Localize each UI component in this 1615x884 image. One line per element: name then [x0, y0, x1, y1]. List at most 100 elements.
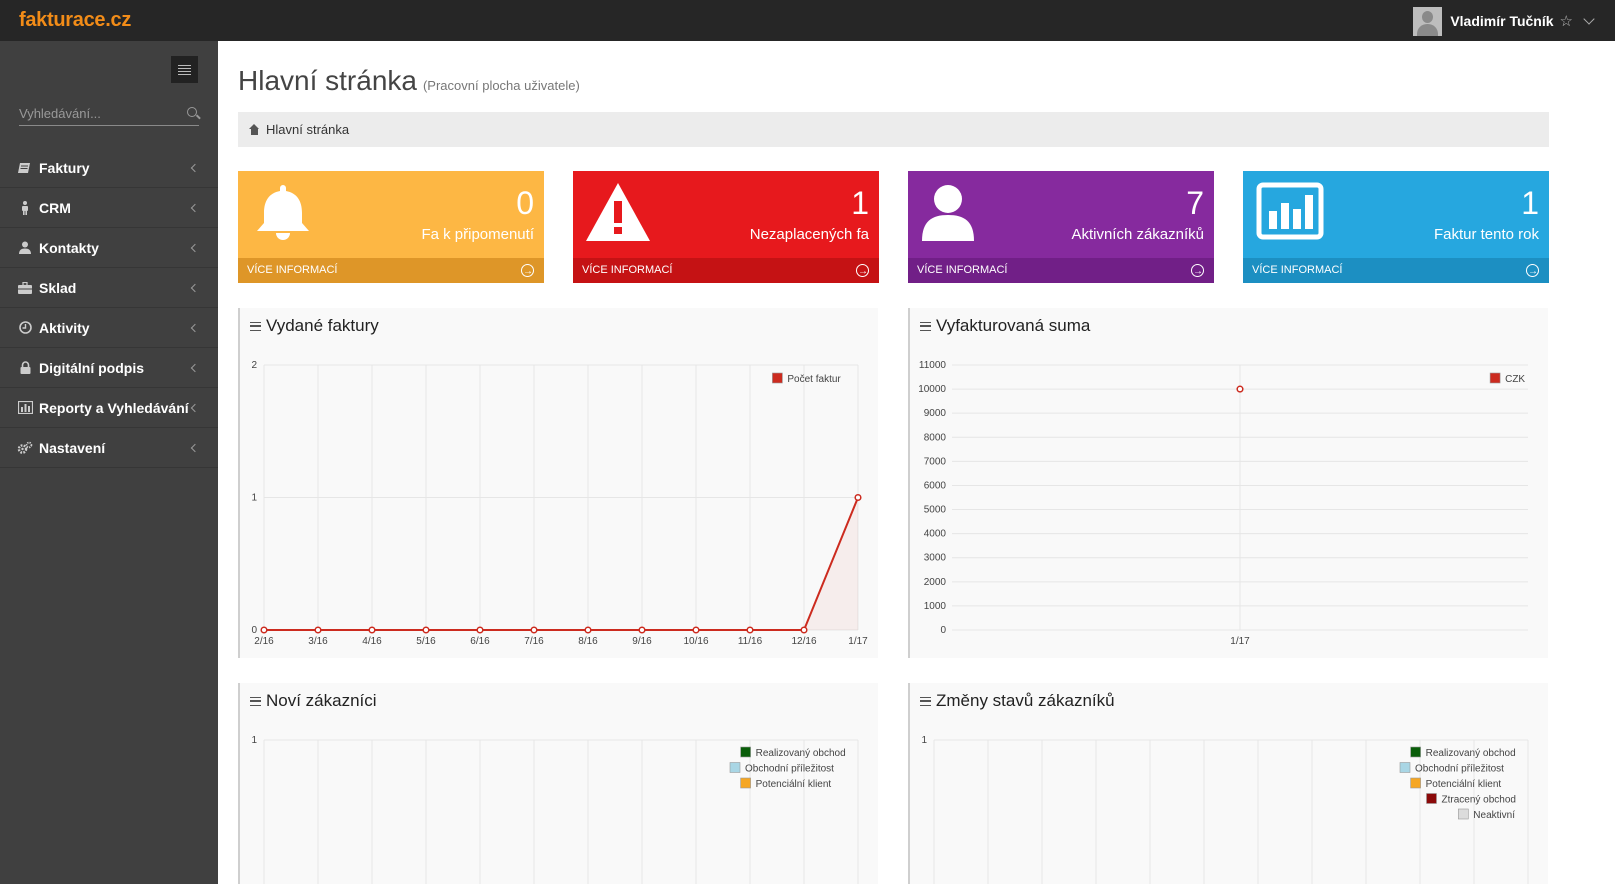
- y-tick-label: 11000: [919, 360, 947, 371]
- x-tick-label: 2/16: [254, 636, 274, 647]
- box-label: Faktur tento rok: [1433, 226, 1539, 243]
- panel-title: Vydané faktury: [266, 316, 379, 335]
- sidebar-item-faktury[interactable]: Faktury: [0, 148, 218, 188]
- box-number: 1: [851, 185, 869, 221]
- page-subtitle: (Pracovní plocha uživatele): [422, 78, 580, 93]
- x-tick-label: 8/16: [578, 636, 598, 647]
- more-info-link[interactable]: VÍCE INFORMACÍ: [1243, 258, 1549, 284]
- sidebar-item-nastaveni[interactable]: Nastavení: [0, 428, 218, 468]
- chevron-left-icon: [190, 243, 200, 253]
- lock-icon: [17, 361, 33, 375]
- breadcrumb-item[interactable]: Hlavní stránka: [266, 122, 349, 137]
- sidebar-item-label: Aktivity: [39, 319, 90, 336]
- invoiced-sum-chart: 0 1000 2000 3000 4000 5000 6000 7000 8000 9000 100…: [918, 360, 1528, 647]
- legend-swatch: [1426, 793, 1437, 804]
- chevron-down-icon[interactable]: [1583, 12, 1595, 25]
- x-tick-label: 11/16: [738, 636, 763, 647]
- data-point: [530, 626, 538, 634]
- series-area: [264, 497, 858, 630]
- home-icon[interactable]: [249, 123, 260, 135]
- more-info-link[interactable]: VÍCE INFORMACÍ: [908, 258, 1214, 284]
- data-point: [584, 626, 592, 634]
- arrow-circle-right-icon: [521, 259, 534, 284]
- chart-panel-new-customers: 1 Realizovaný obchod Obchodní příležitost P…: [238, 683, 878, 884]
- more-info-link[interactable]: VÍCE INFORMACÍ: [573, 258, 879, 284]
- legend-label: Potenciální klient: [1426, 779, 1502, 790]
- sidebar-item-label: Faktury: [39, 159, 90, 176]
- warning-icon: [586, 183, 650, 241]
- data-point: [854, 493, 862, 502]
- chart-panel-issued: 0 1 2 2/16 3/16 4/16 5/16 6/16 7/16 8/16 9/16 10/16…: [238, 308, 878, 658]
- y-tick-label: 4000: [924, 529, 947, 540]
- chevron-left-icon: [190, 403, 200, 413]
- data-point: [1236, 385, 1244, 393]
- chart-panel-status-changes: 1 Realizovaný obchod Obchodní příležitost P…: [908, 683, 1548, 884]
- sidebar-item-kontakty[interactable]: Kontakty: [0, 228, 218, 268]
- panel-header: Vyfakturovaná suma: [920, 316, 1090, 336]
- status-changes-chart: 1 Realizovaný obchod Obchodní příležitost P…: [921, 735, 1529, 884]
- box-label: Fa k připomenutí: [421, 226, 534, 243]
- panel-header: Vydané faktury: [250, 316, 379, 336]
- chevron-left-icon: [190, 203, 200, 213]
- chevron-left-icon: [190, 443, 200, 453]
- arrow-circle-right-icon: [1526, 259, 1539, 284]
- bars-icon: [250, 321, 261, 331]
- legend-label: Ztracený obchod: [1442, 795, 1517, 806]
- issued-invoices-chart: 0 1 2 2/16 3/16 4/16 5/16 6/16 7/16 8/16 9/16 10/16…: [251, 360, 868, 647]
- sidebar: Faktury CRM Kontakty Sklad: [0, 41, 218, 884]
- bars-icon: [920, 696, 931, 706]
- chevron-left-icon: [190, 323, 200, 333]
- sidebar-item-sklad[interactable]: Sklad: [0, 268, 218, 308]
- info-box-invoices-year: 1 Faktur tento rok VÍCE INFORMACÍ: [1243, 171, 1549, 284]
- sidebar-item-digitalni-podpis[interactable]: Digitální podpis: [0, 348, 218, 388]
- sidebar-item-label: Digitální podpis: [39, 359, 144, 376]
- new-customers-chart: 1 Realizovaný obchod Obchodní příležitost P…: [251, 735, 859, 884]
- x-tick-label: 6/16: [470, 636, 490, 647]
- menu-toggle-button[interactable]: [171, 56, 198, 83]
- y-tick-label: 5000: [924, 505, 947, 516]
- page-header: Hlavní stránka (Pracovní plocha uživatel…: [238, 65, 580, 97]
- sidebar-item-label: Sklad: [39, 279, 77, 296]
- sidebar-item-aktivity[interactable]: Aktivity: [0, 308, 218, 348]
- legend-label: CZK: [1505, 374, 1525, 385]
- x-tick-label: 3/16: [308, 636, 328, 647]
- user-menu[interactable]: Vladimír Tučník ☆: [1413, 6, 1595, 36]
- sidebar-item-crm[interactable]: CRM: [0, 188, 218, 228]
- star-icon[interactable]: ☆: [1560, 12, 1573, 30]
- panel-header: Změny stavů zákazníků: [920, 691, 1115, 711]
- search-icon[interactable]: [187, 107, 197, 117]
- box-label: Nezaplacených fa: [749, 226, 869, 243]
- y-tick-label: 7000: [924, 456, 947, 467]
- more-info-link[interactable]: VÍCE INFORMACÍ: [238, 258, 544, 284]
- avatar[interactable]: [1413, 6, 1443, 36]
- legend-label: Neaktivní: [1473, 810, 1515, 821]
- briefcase-icon: [17, 281, 33, 295]
- x-tick-label: 7/16: [524, 636, 544, 647]
- info-box-unpaid: 1 Nezaplacených fa VÍCE INFORMACÍ: [573, 171, 879, 284]
- search-input[interactable]: [19, 106, 179, 121]
- legend-label: Realizovaný obchod: [756, 748, 846, 759]
- more-info-label: VÍCE INFORMACÍ: [917, 264, 1008, 276]
- legend-swatch: [1489, 372, 1501, 384]
- sidebar-item-label: CRM: [39, 199, 71, 216]
- chevron-left-icon: [190, 363, 200, 373]
- data-point: [692, 626, 700, 634]
- page-title: Hlavní stránka: [238, 65, 417, 96]
- app-logo[interactable]: fakturace.cz: [19, 9, 131, 32]
- panel-title: Vyfakturovaná suma: [936, 316, 1091, 335]
- person-icon: [17, 200, 33, 215]
- y-tick-label: 6000: [924, 480, 947, 491]
- book-icon: [17, 161, 33, 175]
- sidebar-item-label: Reporty a Vyhledávání: [39, 399, 189, 416]
- data-point: [638, 626, 646, 634]
- sidebar-item-reporty[interactable]: Reporty a Vyhledávání: [0, 388, 218, 428]
- data-point: [800, 626, 808, 634]
- legend-label: Realizovaný obchod: [1426, 748, 1516, 759]
- legend-swatch: [1399, 762, 1411, 773]
- user-name[interactable]: Vladimír Tučník: [1450, 13, 1553, 29]
- legend-label: Potenciální klient: [756, 779, 832, 790]
- bars-icon: [250, 696, 261, 706]
- legend-swatch: [740, 777, 751, 789]
- legend-swatch: [740, 746, 751, 758]
- legend-label: Obchodní příležitost: [1415, 764, 1504, 775]
